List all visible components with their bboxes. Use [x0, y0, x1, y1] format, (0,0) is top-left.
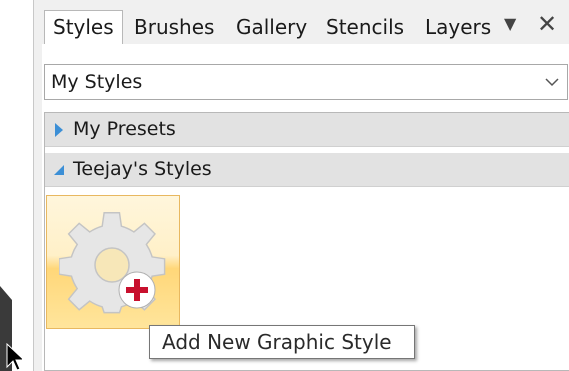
mouse-cursor-icon — [6, 343, 22, 371]
tab-layers[interactable]: Layers — [417, 12, 499, 42]
tab-layers-label: Layers — [425, 15, 492, 39]
tab-stencils-label: Stencils — [326, 15, 405, 39]
add-badge-icon — [118, 271, 156, 309]
style-set-dropdown-value: My Styles — [51, 71, 143, 93]
tooltip-text: Add New Graphic Style — [162, 330, 392, 354]
expand-arrow-icon[interactable] — [55, 123, 63, 137]
tab-styles[interactable]: Styles — [44, 10, 123, 44]
styles-panel: Styles Brushes Gallery Stencils Layers ▼… — [33, 0, 569, 371]
left-dark-corner — [0, 286, 12, 300]
collapse-arrow-icon[interactable] — [54, 165, 64, 175]
tab-styles-label: Styles — [53, 15, 114, 39]
close-icon[interactable]: ✕ — [537, 10, 557, 38]
group-teejays-styles-label: Teejay's Styles — [73, 158, 212, 180]
group-my-presets[interactable]: My Presets — [45, 113, 569, 147]
tab-gallery[interactable]: Gallery — [228, 12, 315, 42]
tab-gallery-label: Gallery — [236, 15, 308, 39]
group-teejays-styles[interactable]: Teejay's Styles — [45, 153, 569, 187]
dropdown-triangle-icon[interactable]: ▼ — [504, 14, 516, 33]
tab-brushes-label: Brushes — [134, 15, 215, 39]
chevron-down-icon — [545, 78, 559, 87]
panel-tab-bar: Styles Brushes Gallery Stencils Layers ▼… — [34, 0, 569, 44]
tab-stencils[interactable]: Stencils — [318, 12, 412, 42]
tab-brushes[interactable]: Brushes — [126, 12, 222, 42]
group-my-presets-label: My Presets — [73, 118, 176, 140]
styles-content: My Styles My Presets Teejay's Styles — [42, 44, 569, 371]
style-set-dropdown[interactable]: My Styles — [44, 64, 568, 100]
tooltip: Add New Graphic Style — [149, 325, 415, 359]
add-new-style-tile[interactable] — [46, 195, 180, 329]
